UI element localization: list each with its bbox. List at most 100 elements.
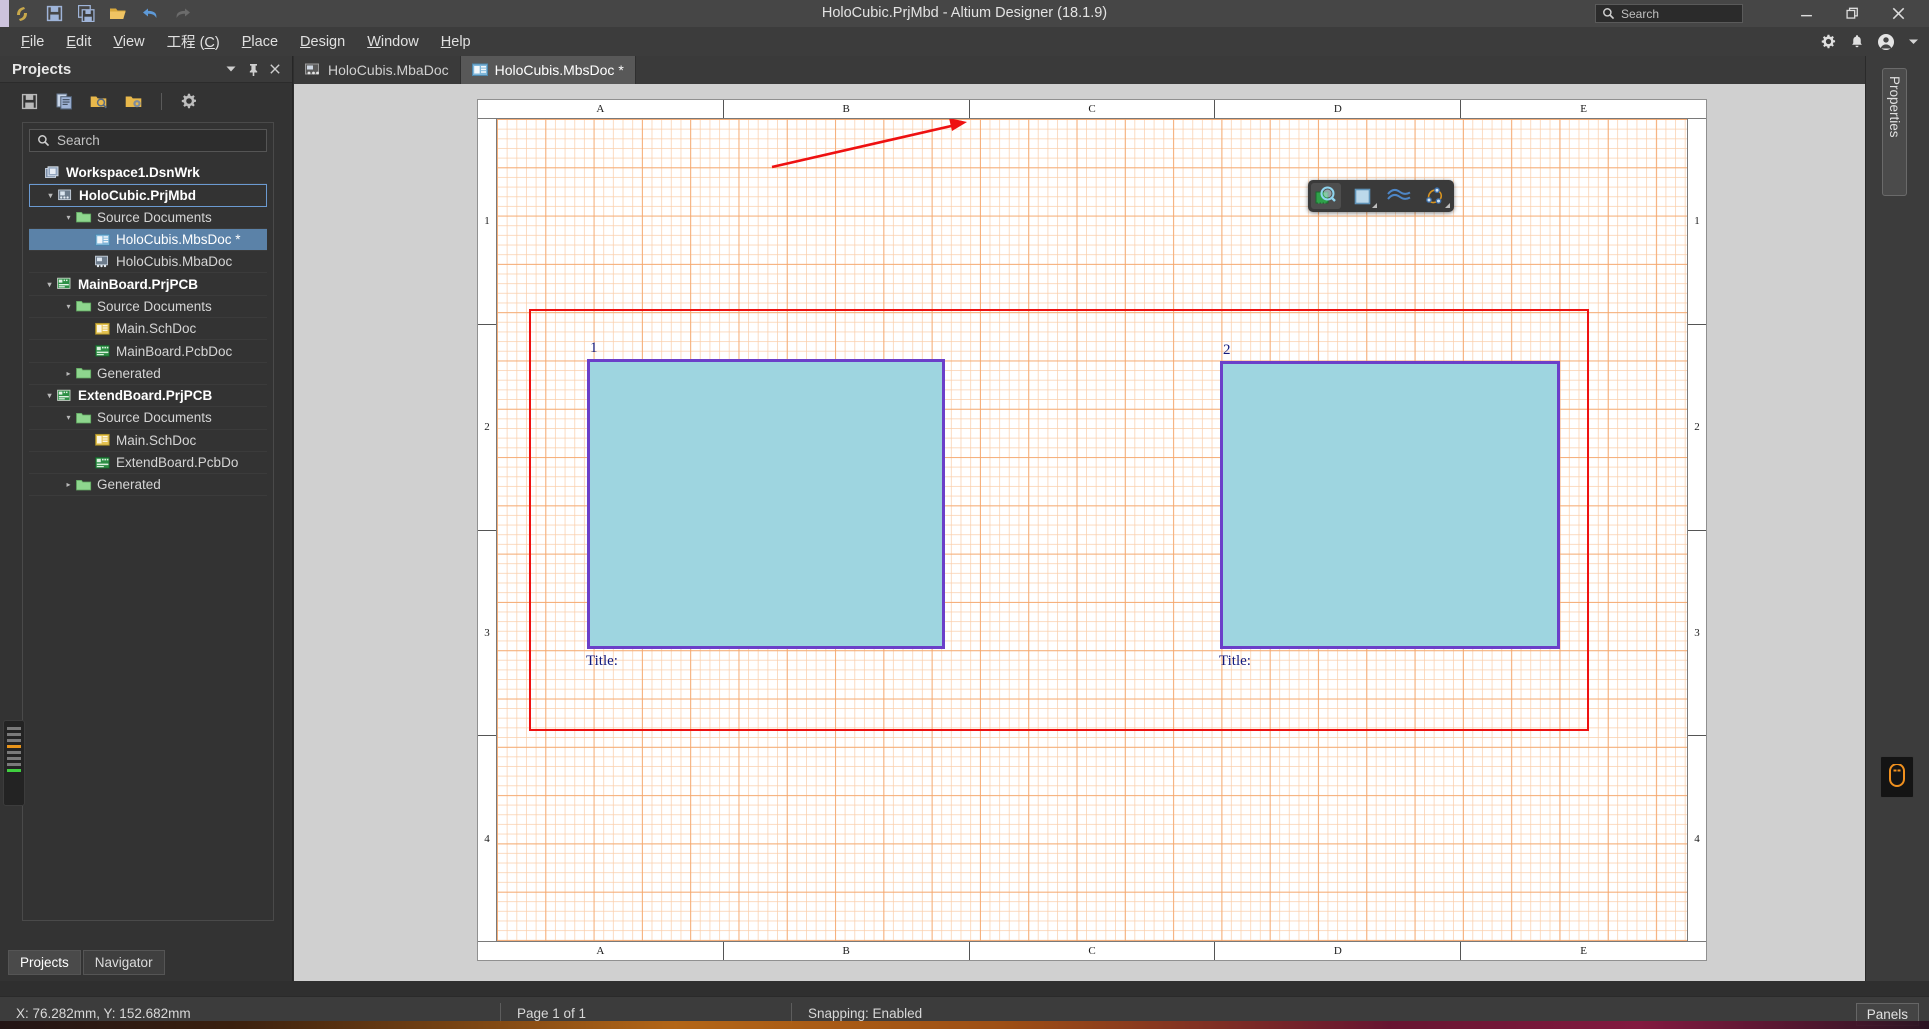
board-block-2-title: Title:	[1219, 653, 1251, 670]
ruler-h-label: B	[724, 100, 970, 118]
save-all-icon[interactable]	[76, 4, 96, 24]
tree-expander-icon[interactable]: ▾	[62, 413, 75, 422]
tree-item-holocubis-mbadoc[interactable]: HoloCubis.MbaDoc	[29, 251, 267, 273]
menu-view[interactable]: View	[102, 31, 155, 53]
global-search-input[interactable]: Search	[1595, 4, 1743, 23]
altium-logo-icon[interactable]	[12, 4, 32, 24]
settings-gear-icon[interactable]	[178, 90, 200, 112]
edge-line	[7, 739, 21, 742]
tree-expander-icon[interactable]: ▾	[44, 191, 57, 200]
board-block-2[interactable]	[1220, 361, 1560, 649]
tree-item-label: HoloCubis.MbsDoc *	[116, 232, 241, 247]
right-dock-tab-properties[interactable]: Properties	[1882, 68, 1907, 196]
doc-tab-label: HoloCubis.MbsDoc *	[495, 62, 624, 78]
menu-help[interactable]: Help	[430, 31, 482, 53]
menu-window[interactable]: Window	[356, 31, 430, 53]
tree-item-source-documents[interactable]: ▾Source Documents	[29, 407, 267, 429]
board-block-1[interactable]	[587, 359, 945, 649]
tree-expander-icon[interactable]: ▾	[62, 213, 75, 222]
doc-tab-label: HoloCubis.MbaDoc	[328, 62, 449, 78]
ruler-v-label: 2	[1688, 325, 1706, 531]
ruler-horizontal-bottom: ABCDE	[478, 941, 1706, 960]
open-folder-icon[interactable]	[108, 4, 128, 24]
open-project-icon[interactable]	[88, 90, 110, 112]
tree-item-main-schdoc[interactable]: Main.SchDoc	[29, 318, 267, 340]
panel-tab-projects[interactable]: Projects	[8, 950, 81, 975]
tree-item-label: HoloCubic.PrjMbd	[79, 188, 196, 203]
place-net-icon[interactable]	[1421, 183, 1451, 209]
doc-tab-holocubis-mbadoc[interactable]: HoloCubis.MbaDoc	[294, 56, 461, 84]
ruler-v-label: 1	[478, 119, 496, 325]
tree-item-extendboard-pcbdo[interactable]: ExtendBoard.PcbDo	[29, 452, 267, 474]
gear-icon[interactable]	[1821, 34, 1836, 49]
tree-item-extendboard-prjpcb[interactable]: ▾ExtendBoard.PrjPCB	[29, 385, 267, 407]
panel-tab-navigator[interactable]: Navigator	[83, 950, 165, 975]
components-drive-icon[interactable]	[1880, 756, 1914, 798]
title-bar-accent	[0, 0, 9, 27]
chevron-down-icon[interactable]	[1908, 37, 1919, 46]
save-project-icon[interactable]	[18, 90, 40, 112]
sheet-view[interactable]: ABCDE ABCDE 1234 1234 1 Title: 2 Title:	[477, 99, 1707, 961]
project-search-input[interactable]: Search	[29, 129, 267, 152]
save-icon[interactable]	[44, 4, 64, 24]
left-edge-dock-tab[interactable]	[3, 720, 25, 806]
project-options-icon[interactable]	[123, 90, 145, 112]
tree-expander-icon[interactable]: ▾	[43, 280, 56, 289]
tree-item-source-documents[interactable]: ▾Source Documents	[29, 296, 267, 318]
tree-expander-icon[interactable]: ▾	[43, 391, 56, 400]
tree-expander-icon[interactable]: ▾	[62, 302, 75, 311]
doc-tab-holocubis-mbsdoc[interactable]: HoloCubis.MbsDoc *	[461, 56, 636, 84]
projects-panel: Projects	[0, 56, 293, 981]
document-tab-bar: HoloCubis.MbaDoc HoloCubis.MbsDoc *	[294, 56, 1865, 84]
tree-item-workspace1-dsnwrk[interactable]: Workspace1.DsnWrk	[29, 162, 267, 184]
folder-icon	[75, 299, 92, 314]
ruler-v-label: 3	[478, 531, 496, 737]
tree-item-label: MainBoard.PrjPCB	[78, 277, 198, 292]
user-account-icon[interactable]	[1878, 34, 1894, 50]
window-controls	[1783, 0, 1921, 27]
menu-edit[interactable]: Edit	[55, 31, 102, 53]
projects-panel-toolbar	[0, 83, 292, 119]
edge-line	[7, 757, 21, 760]
tree-item-main-schdoc[interactable]: Main.SchDoc	[29, 430, 267, 452]
ruler-v-label-text: 4	[1688, 833, 1706, 845]
undo-icon[interactable]	[140, 4, 160, 24]
pcb-project-icon	[56, 388, 73, 403]
tree-item-mainboard-prjpcb[interactable]: ▾ MainBoard.PrjPCB	[29, 273, 267, 295]
tree-item-generated[interactable]: ▸Generated	[29, 363, 267, 385]
compile-documents-icon[interactable]	[53, 90, 75, 112]
tree-item-label: ExtendBoard.PcbDo	[116, 455, 238, 470]
tree-item-mainboard-pcbdoc[interactable]: MainBoard.PcbDoc	[29, 340, 267, 362]
minimize-button[interactable]	[1783, 0, 1829, 27]
tree-item-source-documents[interactable]: ▾Source Documents	[29, 207, 267, 229]
board-block-1-title: Title:	[586, 653, 618, 670]
board-block-2-number: 2	[1223, 342, 1231, 359]
redo-icon[interactable]	[172, 4, 192, 24]
tree-item-generated[interactable]: ▸ Generated	[29, 474, 267, 496]
menu-file[interactable]: FFileile	[10, 31, 55, 53]
bell-icon[interactable]	[1850, 34, 1864, 49]
tree-item-label: Generated	[97, 477, 161, 492]
ruler-vertical-right: 1234	[1687, 119, 1706, 941]
folder-icon	[75, 366, 92, 381]
panel-pin-button[interactable]	[242, 58, 264, 80]
mbs-doc-icon	[94, 232, 111, 247]
tree-expander-icon[interactable]: ▸	[62, 369, 75, 378]
menu-design[interactable]: Design	[289, 31, 356, 53]
place-rectangle-icon[interactable]	[1348, 183, 1378, 209]
title-bar: HoloCubic.PrjMbd - Altium Designer (18.1…	[0, 0, 1929, 27]
menu-place[interactable]: Place	[231, 31, 289, 53]
menu-project[interactable]: 工程 (C)	[156, 28, 231, 55]
design-canvas[interactable]: 1 Title: 2 Title:	[497, 119, 1687, 941]
tree-expander-icon[interactable]: ▸	[62, 480, 75, 489]
close-button[interactable]	[1875, 0, 1921, 27]
editor-area[interactable]: ABCDE ABCDE 1234 1234 1 Title: 2 Title:	[294, 84, 1865, 981]
maximize-restore-button[interactable]	[1829, 0, 1875, 27]
panel-dropdown-button[interactable]	[220, 58, 242, 80]
place-board-icon[interactable]	[1311, 183, 1341, 209]
tree-item-holocubis-mbsdoc[interactable]: HoloCubis.MbsDoc *	[29, 229, 267, 251]
tree-item-holocubic-prjmbd[interactable]: ▾ HoloCubic.PrjMbd	[29, 184, 267, 206]
place-signal-harness-icon[interactable]	[1384, 183, 1414, 209]
ruler-v-label: 2	[478, 325, 496, 531]
panel-close-button[interactable]	[264, 58, 286, 80]
